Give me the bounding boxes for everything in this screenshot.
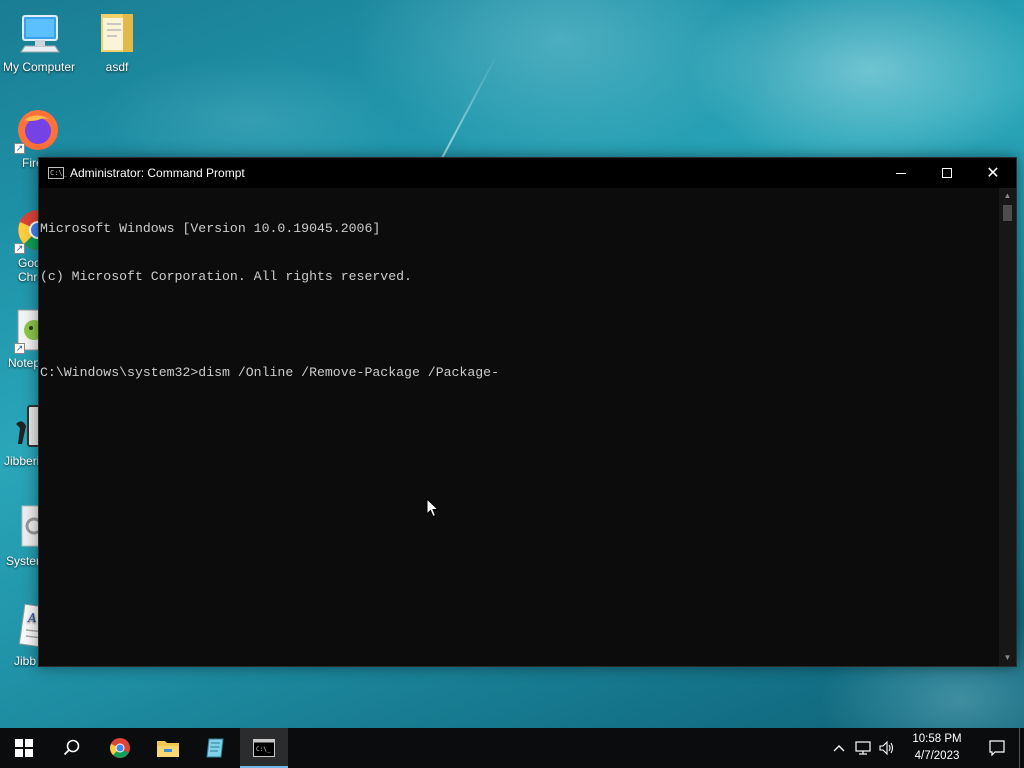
- close-icon: ✕: [986, 165, 1000, 182]
- windows-logo-icon: [15, 739, 33, 757]
- network-icon: [855, 741, 871, 755]
- firefox-icon: ↗: [14, 106, 62, 154]
- taskbar-file-explorer[interactable]: [144, 728, 192, 768]
- desktop-icon-label: Notep: [8, 356, 41, 370]
- start-button[interactable]: [0, 728, 48, 768]
- notepad-icon: [206, 738, 224, 758]
- volume-button[interactable]: [875, 728, 899, 768]
- desktop-icon-label: My Computer: [2, 60, 76, 74]
- desktop-icon-jibberish-doc[interactable]: A Jibb: [0, 604, 40, 668]
- desktop-icon-system[interactable]: Syster: [0, 504, 40, 568]
- clock-date: 4/7/2023: [914, 750, 960, 762]
- desktop-icon-label: Syster: [6, 554, 41, 568]
- scrollbar-thumb[interactable]: [1003, 205, 1012, 221]
- taskbar-chrome[interactable]: [96, 728, 144, 768]
- console-line: (c) Microsoft Corporation. All rights re…: [40, 269, 412, 284]
- shortcut-arrow-icon: ↗: [14, 243, 25, 254]
- scroll-up-icon[interactable]: ▲: [999, 188, 1016, 204]
- desktop-icon-chrome[interactable]: ↗ Goo Chro: [0, 206, 45, 284]
- show-desktop-button[interactable]: [1019, 728, 1024, 768]
- desktop-icon-label: asdf: [105, 60, 129, 74]
- show-hidden-icons-button[interactable]: [827, 728, 851, 768]
- close-button[interactable]: ✕: [970, 158, 1016, 188]
- taskbar: C:\_ 10:58 PM 4/7/2023: [0, 728, 1024, 768]
- chrome-icon: [110, 738, 130, 758]
- console-prompt-line[interactable]: C:\Windows\system32>dism /Online /Remove…: [40, 365, 999, 381]
- window-titlebar[interactable]: C:\_ Administrator: Command Prompt ✕: [39, 158, 1016, 188]
- notepad-plus-icon: ↗: [14, 306, 40, 354]
- search-button[interactable]: [48, 728, 96, 768]
- system-tray: 10:58 PM 4/7/2023: [827, 728, 1024, 768]
- maximize-button[interactable]: [924, 158, 970, 188]
- chevron-up-icon: [833, 745, 845, 752]
- search-icon: [63, 739, 80, 756]
- desktop-icon-label: Goo Chro: [18, 256, 45, 284]
- wallpaper-streak: [440, 53, 499, 161]
- minimize-icon: [896, 172, 906, 174]
- speaker-icon: [879, 741, 894, 755]
- jibberish-tool-icon: [14, 404, 40, 452]
- desktop-icon-my-computer[interactable]: My Computer: [0, 10, 78, 74]
- console-line: Microsoft Windows [Version 10.0.19045.20…: [40, 221, 381, 236]
- jibberish-doc-icon: A: [14, 604, 40, 652]
- command-prompt-window[interactable]: C:\_ Administrator: Command Prompt ✕ Mic…: [38, 157, 1017, 667]
- folder-icon: [157, 741, 179, 757]
- desktop-icon-jibberish-tool[interactable]: Jibberi: [0, 404, 40, 468]
- network-button[interactable]: [851, 728, 875, 768]
- cmd-app-icon: C:\_: [48, 167, 67, 179]
- taskbar-notepad[interactable]: [192, 728, 240, 768]
- mouse-cursor-icon: [426, 497, 440, 523]
- desktop-icon-label: Jibb: [14, 654, 37, 668]
- cmd-icon: C:\_: [253, 739, 275, 757]
- svg-text:C:\_: C:\_: [256, 746, 271, 753]
- vertical-scrollbar[interactable]: ▲ ▼: [999, 188, 1016, 666]
- system-settings-icon: [14, 504, 40, 552]
- minimize-button[interactable]: [878, 158, 924, 188]
- taskbar-clock[interactable]: 10:58 PM 4/7/2023: [899, 731, 975, 765]
- chrome-icon: ↗: [14, 206, 40, 254]
- taskbar-cmd[interactable]: C:\_: [240, 728, 288, 768]
- desktop-icon-notepad[interactable]: ↗ Notep: [0, 306, 40, 370]
- action-center-button[interactable]: [975, 728, 1019, 768]
- notification-icon: [989, 740, 1005, 756]
- folder-icon: [93, 10, 141, 58]
- desktop-icon-asdf[interactable]: asdf: [78, 10, 156, 74]
- shortcut-arrow-icon: ↗: [14, 343, 25, 354]
- maximize-icon: [942, 168, 952, 178]
- scroll-down-icon[interactable]: ▼: [999, 650, 1016, 666]
- desktop-icon-label: Jibberi: [4, 454, 40, 468]
- console-output[interactable]: Microsoft Windows [Version 10.0.19045.20…: [39, 188, 999, 666]
- clock-time: 10:58 PM: [912, 733, 962, 745]
- computer-icon: [15, 10, 63, 58]
- window-title: Administrator: Command Prompt: [70, 166, 245, 180]
- shortcut-arrow-icon: ↗: [14, 143, 25, 154]
- svg-text:A: A: [27, 611, 37, 625]
